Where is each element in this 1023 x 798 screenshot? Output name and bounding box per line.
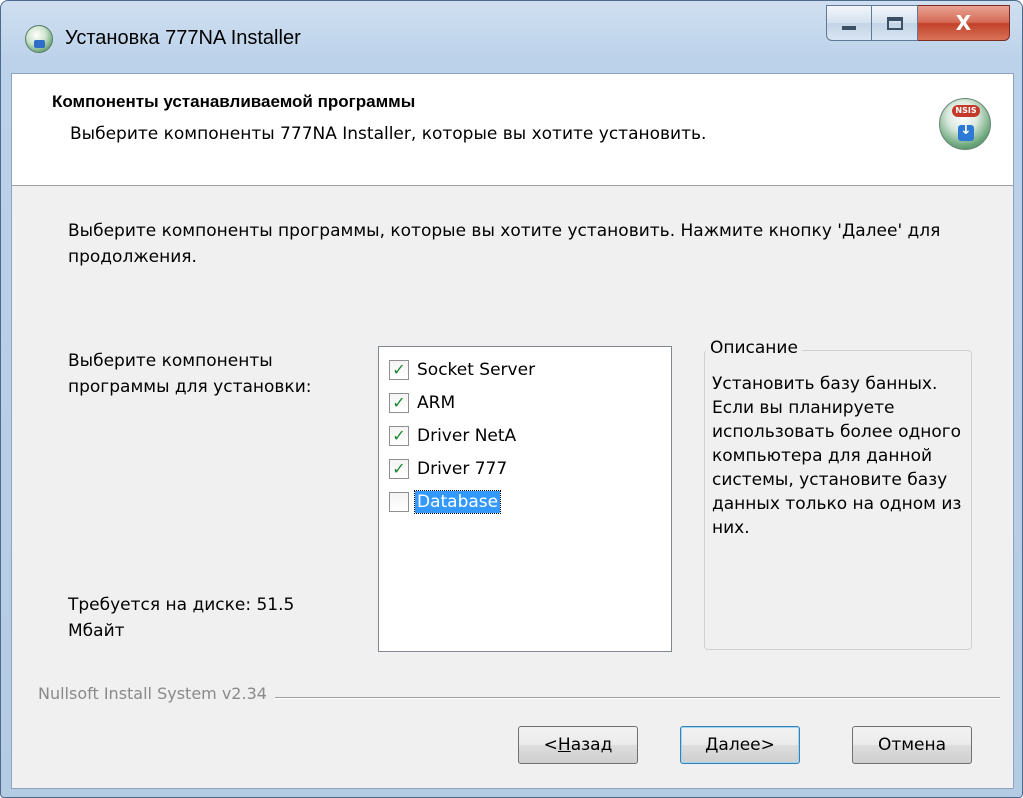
nsis-badge: NSIS xyxy=(952,105,980,117)
window-title: Установка 777NA Installer xyxy=(65,27,301,49)
page-title: Компоненты устанавливаемой программы xyxy=(52,92,416,111)
download-arrow-icon xyxy=(958,122,974,141)
component-database[interactable]: Database xyxy=(379,485,671,518)
back-button[interactable]: < Назад xyxy=(518,726,638,764)
nsis-brand-label: Nullsoft Install System v2.34 xyxy=(38,684,275,703)
components-list[interactable]: ✓ Socket Server ✓ ARM ✓ Driver NetA ✓ Dr… xyxy=(378,346,672,652)
component-driver-neta[interactable]: ✓ Driver NetA xyxy=(379,419,671,452)
component-driver-777[interactable]: ✓ Driver 777 xyxy=(379,452,671,485)
description-legend: Описание xyxy=(706,338,802,358)
description-text: Установить базу банных. Если вы планируе… xyxy=(712,374,962,538)
checkbox-driver-neta[interactable]: ✓ xyxy=(389,425,409,446)
caption-buttons: X xyxy=(826,5,1010,41)
component-socket-server[interactable]: ✓ Socket Server xyxy=(379,353,671,386)
close-icon: X xyxy=(955,11,972,35)
next-rest: алее xyxy=(718,735,761,755)
installer-window: Установка 777NA Installer X Компоненты у… xyxy=(0,0,1023,798)
intro-text: Выберите компоненты программы, которые в… xyxy=(68,221,941,267)
minimize-button[interactable] xyxy=(826,5,872,41)
component-arm[interactable]: ✓ ARM xyxy=(379,386,671,419)
checkbox-driver-777[interactable]: ✓ xyxy=(389,458,409,479)
back-accel: Н xyxy=(557,735,571,755)
component-label[interactable]: Socket Server xyxy=(415,359,537,381)
page-header: Компоненты устанавливаемой программы Выб… xyxy=(12,74,1013,186)
checkbox-database[interactable] xyxy=(389,491,409,512)
back-prefix: < xyxy=(543,735,558,755)
back-rest: азад xyxy=(570,735,613,755)
next-accel: Д xyxy=(705,735,719,755)
next-button[interactable]: Далее > xyxy=(680,726,800,764)
installer-logo-icon: NSIS xyxy=(939,98,991,150)
maximize-button[interactable] xyxy=(872,5,918,41)
component-label[interactable]: Database xyxy=(413,489,502,514)
component-label[interactable]: Driver 777 xyxy=(415,458,509,480)
disk-space-label: Требуется на диске: 51.5 Мбайт xyxy=(68,595,295,641)
title-bar[interactable]: Установка 777NA Installer X xyxy=(1,1,1022,73)
checkbox-arm[interactable]: ✓ xyxy=(389,392,409,413)
component-label[interactable]: ARM xyxy=(415,392,457,414)
page-subtitle: Выберите компоненты 777NA Installer, кот… xyxy=(70,124,707,144)
client-area: Компоненты устанавливаемой программы Выб… xyxy=(11,73,1014,789)
close-button[interactable]: X xyxy=(918,5,1010,41)
app-icon[interactable] xyxy=(25,25,53,53)
cancel-button[interactable]: Отмена xyxy=(852,726,972,764)
maximize-icon xyxy=(886,16,903,30)
component-label[interactable]: Driver NetA xyxy=(415,425,518,447)
next-suffix: > xyxy=(760,735,775,755)
select-components-label: Выберите компоненты программы для устано… xyxy=(68,351,312,397)
minimize-icon xyxy=(842,26,856,30)
checkbox-socket-server[interactable]: ✓ xyxy=(389,359,409,380)
